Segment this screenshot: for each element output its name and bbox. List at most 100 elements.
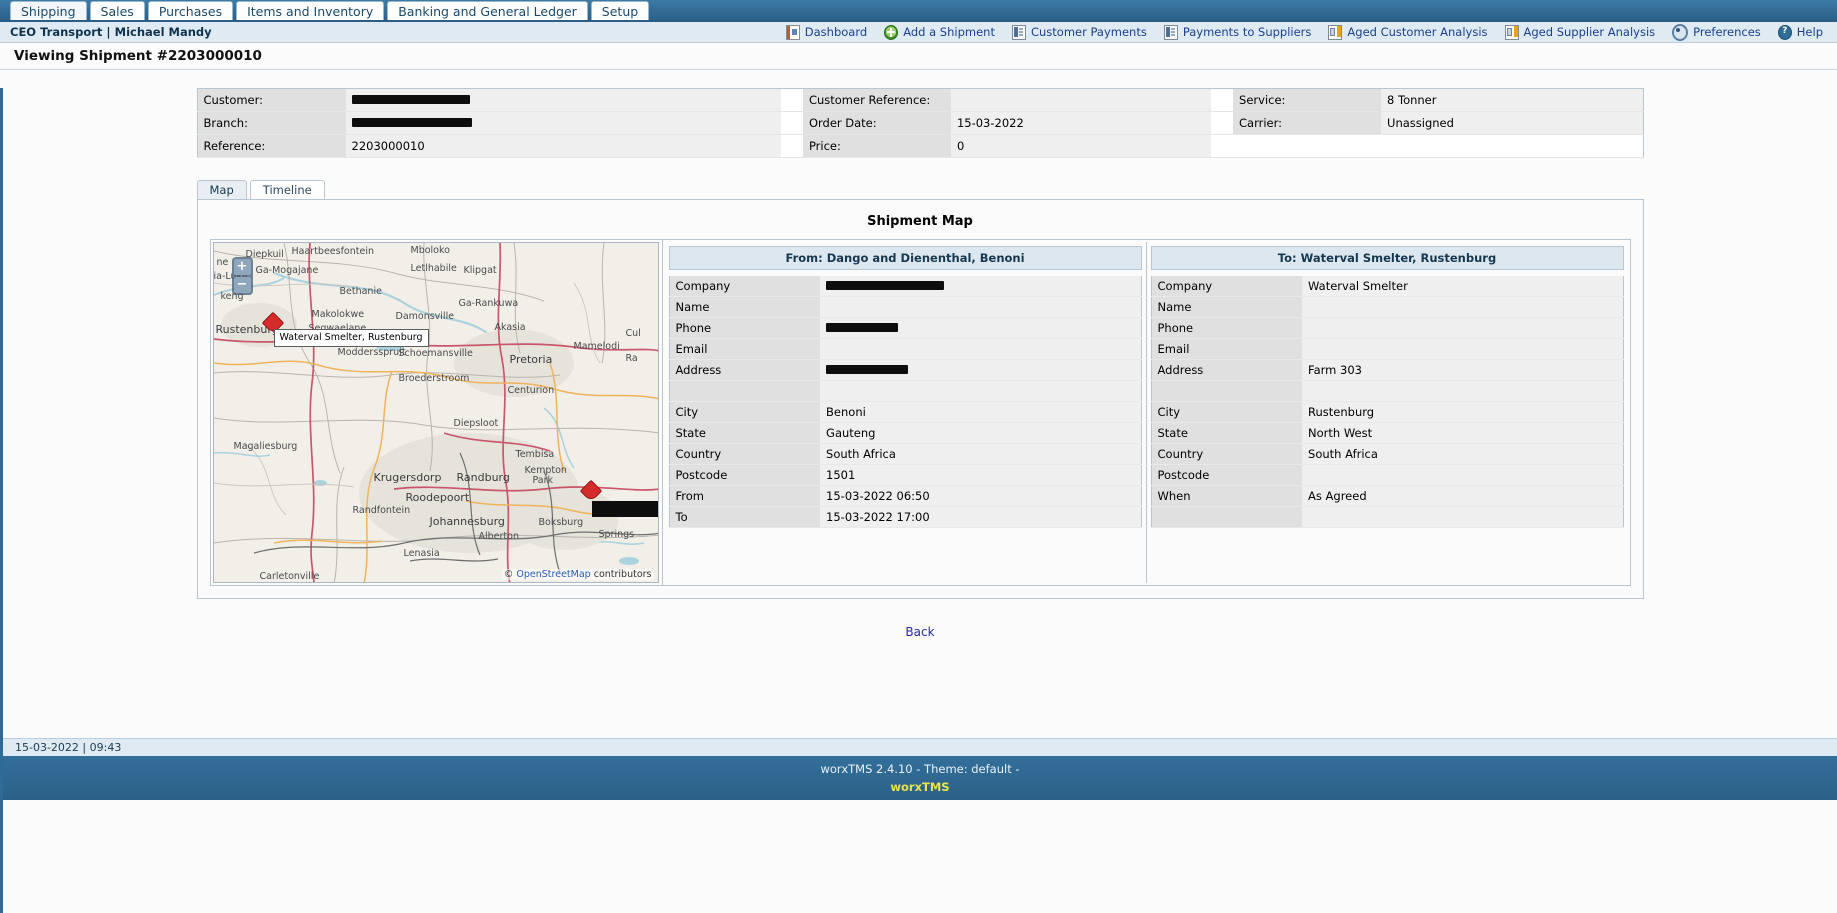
quicklink-payments-to-suppliers[interactable]: Payments to Suppliers xyxy=(1163,24,1311,40)
table-row: Phone xyxy=(669,317,1141,339)
menu-tab-sales[interactable]: Sales xyxy=(89,1,145,20)
summary-value-reference: 2203000010 xyxy=(345,134,781,158)
summary-value-customer-reference xyxy=(950,88,1212,112)
back-link[interactable]: Back xyxy=(905,625,934,639)
map-tooltip-destination: Waterval Smelter, Rustenburg xyxy=(273,329,429,347)
address-field-value xyxy=(1302,338,1623,360)
quicklink-aged-customer-analysis-label: Aged Customer Analysis xyxy=(1347,25,1488,39)
menu-tab-purchases-label: Purchases xyxy=(158,4,223,19)
menu-tab-setup[interactable]: Setup xyxy=(590,1,650,20)
address-field-label: When xyxy=(1151,485,1303,507)
redacted-value xyxy=(826,365,909,374)
openstreetmap-link[interactable]: OpenStreetMap xyxy=(516,569,590,580)
table-row: Postcode xyxy=(1151,464,1623,486)
quicklink-preferences[interactable]: Preferences xyxy=(1672,23,1761,41)
table-row: Branch: Order Date: 15-03-2022 Carrier: … xyxy=(197,111,1643,135)
app-footer: worxTMS 2.4.10 - Theme: default - worxTM… xyxy=(3,756,1837,800)
report-icon xyxy=(785,24,800,40)
address-field-label: State xyxy=(669,422,821,444)
summary-label-customer-reference: Customer Reference: xyxy=(802,88,951,112)
summary-label-service: Service: xyxy=(1233,88,1382,112)
redacted-value xyxy=(826,281,945,290)
summary-value-order-date: 15-03-2022 xyxy=(950,111,1212,135)
user-toolbar: CEO Transport | Michael Mandy Dashboard … xyxy=(0,22,1837,43)
address-field-label: Name xyxy=(1151,296,1303,318)
address-field-label: Postcode xyxy=(669,464,821,486)
current-user-label: CEO Transport | Michael Mandy xyxy=(10,25,212,39)
table-row: To 15-03-2022 17:00 xyxy=(669,506,1141,528)
table-row: Postcode 1501 xyxy=(669,464,1141,486)
address-field-label: Address xyxy=(669,359,821,381)
map-zoom-out-button[interactable]: − xyxy=(233,277,251,293)
aged-report-icon xyxy=(1328,24,1343,40)
address-field-label: Country xyxy=(1151,443,1303,465)
shipment-map[interactable]: + − Diepkuil Haartbeesfontein Mboloko Letlh… xyxy=(212,242,659,583)
menu-tab-setup-label: Setup xyxy=(601,4,639,19)
menu-tab-banking-and-general-ledger-label: Banking and General Ledger xyxy=(398,4,577,19)
table-row: Email xyxy=(669,338,1141,360)
status-bar-datetime: 15-03-2022 | 09:43 xyxy=(15,741,122,754)
summary-label-customer: Customer: xyxy=(197,88,346,112)
address-field-value xyxy=(1302,296,1623,318)
menu-tab-purchases[interactable]: Purchases xyxy=(147,1,234,20)
table-row: Reference: 2203000010 Price: 0 xyxy=(197,134,1643,158)
application-window: Shipping Sales Purchases Items and Inven… xyxy=(0,0,1837,913)
address-field-label: From xyxy=(669,485,821,507)
redacted-value xyxy=(351,95,470,104)
page-content: Customer: Customer Reference: Service: 8… xyxy=(0,88,1837,913)
table-row: State Gauteng xyxy=(669,422,1141,444)
quicklink-aged-supplier-analysis-label: Aged Supplier Analysis xyxy=(1523,25,1656,39)
quicklink-aged-supplier-analysis[interactable]: Aged Supplier Analysis xyxy=(1504,24,1656,40)
table-row xyxy=(669,380,1141,402)
quicklink-customer-payments[interactable]: Customer Payments xyxy=(1011,24,1147,40)
address-field-value: 15-03-2022 06:50 xyxy=(820,485,1141,507)
address-field-value: Gauteng xyxy=(820,422,1141,444)
main-menu-bar: Shipping Sales Purchases Items and Inven… xyxy=(0,0,1837,22)
to-address-header: To: Waterval Smelter, Rustenburg xyxy=(1150,246,1624,270)
address-field-label xyxy=(1151,506,1303,528)
summary-label-carrier: Carrier: xyxy=(1233,111,1382,135)
quicklink-add-a-shipment[interactable]: Add a Shipment xyxy=(884,24,995,40)
add-circle-icon xyxy=(884,24,899,40)
table-row xyxy=(1151,506,1623,528)
quicklink-help[interactable]: ? Help xyxy=(1777,24,1823,40)
address-field-value: Farm 303 xyxy=(1302,359,1623,381)
address-field-label: Postcode xyxy=(1151,464,1303,486)
menu-tab-banking-and-general-ledger[interactable]: Banking and General Ledger xyxy=(387,1,588,20)
gear-icon xyxy=(1672,23,1689,41)
address-field-value xyxy=(820,296,1141,318)
panel-title: Shipment Map xyxy=(867,214,973,229)
footer-version-text: worxTMS 2.4.10 - Theme: default - xyxy=(820,762,1020,776)
table-row: Address xyxy=(669,359,1141,381)
map-tiles xyxy=(213,243,658,582)
summary-label-order-date: Order Date: xyxy=(802,111,951,135)
table-row: City Rustenburg xyxy=(1151,401,1623,423)
to-address-table: Company Waterval Smelter Name Phone Email … xyxy=(1150,276,1624,528)
table-row: Company xyxy=(669,276,1141,297)
address-field-value xyxy=(1302,317,1623,339)
menu-tab-shipping[interactable]: Shipping xyxy=(10,1,87,20)
quicklink-aged-customer-analysis[interactable]: Aged Customer Analysis xyxy=(1328,24,1488,40)
address-field-value xyxy=(1302,506,1623,528)
address-field-label: City xyxy=(669,401,821,423)
footer-brand-link[interactable]: worxTMS xyxy=(3,780,1837,794)
table-row: State North West xyxy=(1151,422,1623,444)
from-address-header: From: Dango and Dienenthal, Benoni xyxy=(668,246,1142,270)
address-field-label: Company xyxy=(1151,276,1303,297)
summary-gap xyxy=(780,88,803,112)
quicklink-dashboard[interactable]: Dashboard xyxy=(785,24,867,40)
map-attribution-prefix: © xyxy=(503,569,517,580)
from-address-table: Company Name Phone Email Address City Benon… xyxy=(668,276,1142,528)
address-field-value xyxy=(820,359,1141,381)
tab-map[interactable]: Map xyxy=(196,180,247,199)
map-zoom-in-button[interactable]: + xyxy=(233,259,251,275)
to-address-column: To: Waterval Smelter, Rustenburg Company… xyxy=(1147,242,1628,583)
map-container: + − Diepkuil Haartbeesfontein Mboloko Letlh… xyxy=(210,240,663,585)
tab-timeline[interactable]: Timeline xyxy=(249,180,325,199)
summary-gap xyxy=(1211,134,1234,158)
table-row: Country South Africa xyxy=(1151,443,1623,465)
summary-empty-cell xyxy=(1233,134,1382,158)
summary-value-price: 0 xyxy=(950,134,1212,158)
menu-tab-items-and-inventory[interactable]: Items and Inventory xyxy=(236,1,385,20)
panel-tabstrip: Map Timeline xyxy=(196,180,1644,200)
